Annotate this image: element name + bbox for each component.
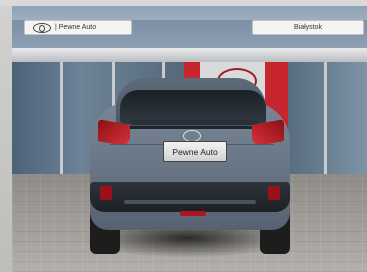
- city-overlay: Białystok: [252, 20, 364, 35]
- dealer-label: | Pewne Auto: [55, 24, 97, 31]
- showroom-window-right: [288, 62, 367, 182]
- bumper-trim: [124, 200, 256, 204]
- reflector-left: [100, 186, 112, 200]
- city-label: Białystok: [293, 24, 322, 31]
- dealer-overlay: | Pewne Auto: [24, 20, 132, 35]
- license-plate: Pewne Auto: [163, 141, 227, 162]
- tailgate-light-bar: [130, 126, 252, 129]
- reflector-right: [268, 186, 280, 200]
- rear-foglight: [180, 211, 206, 216]
- dealership-canopy: [12, 48, 367, 63]
- rear-bumper: [90, 182, 290, 212]
- rear-spoiler: [130, 120, 258, 125]
- car-photo: Pewne Auto | Pewne Auto Białystok: [0, 0, 367, 272]
- photo-scene: Pewne Auto | Pewne Auto Białystok: [12, 6, 367, 272]
- toyota-logo-icon: [33, 22, 51, 33]
- window-mullion: [60, 62, 63, 182]
- rear-window: [120, 90, 266, 124]
- window-mullion: [324, 62, 327, 182]
